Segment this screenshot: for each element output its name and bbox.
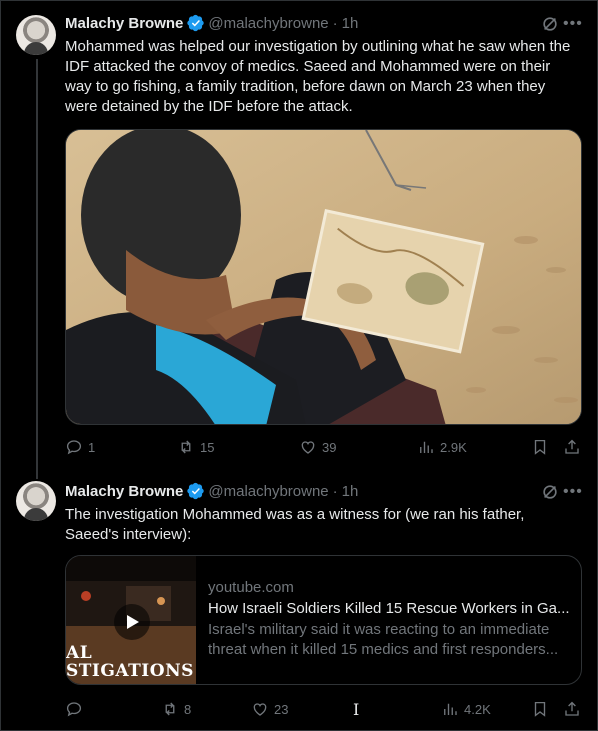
verified-badge-icon[interactable] xyxy=(187,482,205,500)
separator-dot: · xyxy=(332,482,338,500)
reply-button[interactable] xyxy=(65,699,88,719)
reply-count: 1 xyxy=(88,439,96,455)
views-icon xyxy=(420,441,433,453)
card-thumbnail[interactable]: AL STIGATIONS xyxy=(66,556,196,684)
views-button[interactable]: 4.2K xyxy=(441,699,491,719)
bookmark-icon xyxy=(534,701,546,717)
bookmark-button[interactable] xyxy=(531,699,554,719)
like-icon xyxy=(253,703,267,716)
avatar[interactable] xyxy=(16,481,56,521)
more-icon[interactable]: ••• xyxy=(563,483,582,501)
tweet-text: The investigation Mohammed was as a witn… xyxy=(65,506,525,543)
share-button[interactable] xyxy=(563,699,586,719)
author-handle[interactable]: @malachybrowne xyxy=(208,483,328,500)
author-name[interactable]: Malachy Browne xyxy=(65,15,183,32)
repost-icon xyxy=(165,702,175,716)
share-button[interactable] xyxy=(563,437,586,457)
thumbnail-text-line1: AL xyxy=(66,643,93,663)
tweet-header: Malachy Browne @malachybrowne · 1h xyxy=(65,13,358,33)
play-icon xyxy=(127,615,139,629)
tweet-header: Malachy Browne @malachybrowne · 1h xyxy=(65,481,358,501)
timestamp[interactable]: 1h xyxy=(342,483,359,500)
share-icon xyxy=(565,701,579,716)
tweet-actions: 8 23 4.2K xyxy=(65,699,585,719)
card-title[interactable]: How Israeli Soldiers Killed 15 Rescue Wo… xyxy=(208,598,573,620)
tweet-2[interactable]: Malachy Browne @malachybrowne · 1h ••• T… xyxy=(1,471,598,731)
repost-button[interactable]: 15 xyxy=(177,437,214,457)
text-cursor-icon: I xyxy=(353,700,360,719)
grok-icon[interactable] xyxy=(541,483,559,501)
tweet-photo[interactable] xyxy=(65,129,582,425)
bookmark-icon xyxy=(534,439,546,455)
more-icon[interactable]: ••• xyxy=(563,15,582,33)
avatar[interactable] xyxy=(16,15,56,55)
thumbnail-text-line2: STIGATIONS xyxy=(66,661,194,681)
views-icon xyxy=(444,703,457,715)
author-name[interactable]: Malachy Browne xyxy=(65,483,183,500)
timestamp[interactable]: 1h xyxy=(342,15,359,32)
repost-icon xyxy=(181,440,191,454)
photo-boy-reading-map xyxy=(66,130,581,424)
tweet-1[interactable]: Malachy Browne @malachybrowne · 1h ••• M… xyxy=(1,1,598,471)
views-count: 2.9K xyxy=(440,439,467,455)
like-button[interactable]: 39 xyxy=(299,437,336,457)
like-count: 23 xyxy=(274,701,289,717)
card-description: Israel's military said it was reacting t… xyxy=(208,621,559,658)
grok-icon[interactable] xyxy=(541,15,559,33)
share-icon xyxy=(565,439,579,454)
like-icon xyxy=(301,441,315,454)
tweet-text: Mohammed was helped our investigation by… xyxy=(65,38,571,115)
play-button[interactable] xyxy=(114,604,150,640)
views-count: 4.2K xyxy=(464,701,491,717)
like-button[interactable]: 23 xyxy=(251,699,288,719)
reply-icon xyxy=(66,440,82,455)
repost-count: 15 xyxy=(200,439,215,455)
bookmark-button[interactable] xyxy=(531,437,554,457)
repost-count: 8 xyxy=(184,701,192,717)
views-button[interactable]: 2.9K xyxy=(417,437,467,457)
reply-icon xyxy=(66,702,82,717)
tweet-actions: 1 15 39 2.9K xyxy=(65,437,585,457)
card-meta: youtube.com How Israeli Soldiers Killed … xyxy=(208,578,573,660)
repost-button[interactable]: 8 xyxy=(161,699,191,719)
card-domain: youtube.com xyxy=(208,579,294,596)
link-card[interactable]: AL STIGATIONS youtube.com How Israeli So… xyxy=(65,555,582,685)
separator-dot: · xyxy=(332,14,338,32)
reply-button[interactable]: 1 xyxy=(65,437,95,457)
author-handle[interactable]: @malachybrowne xyxy=(208,15,328,32)
verified-badge-icon[interactable] xyxy=(187,14,205,32)
like-count: 39 xyxy=(322,439,337,455)
